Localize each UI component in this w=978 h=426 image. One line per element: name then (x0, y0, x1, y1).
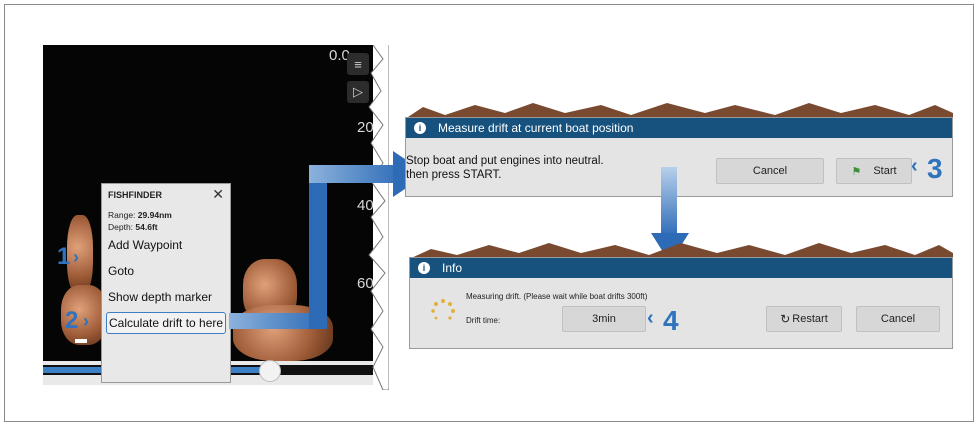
eraser-icon (75, 339, 87, 343)
dialog-title: Info (442, 261, 463, 275)
drift-time-value: 3min (562, 306, 646, 332)
menu-item-goto[interactable]: Goto (106, 260, 226, 282)
start-button[interactable]: ⚑ Start (836, 158, 912, 184)
flag-icon: ⚑ (851, 165, 862, 178)
fishfinder-context-menu: FISHFINDER ✕ Range: 29.94nm Depth: 54.6f… (101, 183, 231, 383)
range-slider-thumb[interactable] (259, 360, 281, 382)
range-readout: Range: 29.94nm (108, 210, 172, 220)
flow-arrow (309, 165, 405, 183)
range-slider-fill (43, 367, 103, 373)
depth-value: 54.6ft (135, 222, 158, 232)
message-line: then press START. (406, 169, 502, 181)
flow-arrow (309, 165, 327, 329)
dialog-title: Measure drift at current boat position (438, 121, 634, 135)
range-value: 29.94nm (137, 210, 172, 220)
step-badge: 4 (663, 305, 679, 336)
dialog-titlebar: i Info (410, 258, 952, 278)
torn-edge (368, 45, 389, 390)
step-pointer-icon: › (73, 247, 79, 267)
step-pointer-icon: ‹ (647, 307, 654, 329)
figure-frame: 0.0 20.0 40.0 60.0 ≡ ▷ FISHFINDER ✕ Rang… (4, 4, 974, 422)
restart-icon: ↻ (780, 312, 791, 326)
dialog-message: Stop boat and put engines into neutral. … (406, 154, 604, 182)
start-label: Start (873, 165, 897, 177)
drift-time-label: Drift time: (466, 316, 501, 325)
menu-title: FISHFINDER (108, 190, 162, 200)
message-line: Stop boat and put engines into neutral. (406, 155, 604, 167)
measure-drift-dialog: i Measure drift at current boat position… (405, 117, 953, 197)
loading-spinner-icon (431, 299, 455, 320)
step-badge: 1 (57, 243, 71, 270)
dialog-titlebar: i Measure drift at current boat position (406, 118, 952, 138)
menu-item-calculate-drift[interactable]: Calculate drift to here (106, 312, 226, 334)
info-icon: i (414, 122, 426, 134)
step-badge: 2 (65, 307, 79, 334)
step-pointer-icon: ‹ (911, 155, 918, 177)
menu-item-add-waypoint[interactable]: Add Waypoint (106, 234, 226, 256)
depth-label: Depth: (108, 222, 134, 232)
info-icon: i (418, 262, 430, 274)
flow-arrow (661, 167, 677, 237)
cancel-button[interactable]: Cancel (856, 306, 940, 332)
restart-button[interactable]: ↻ Restart (766, 306, 842, 332)
info-dialog: i Info Measuring drift. (Please wait whi… (409, 257, 953, 349)
step-pointer-icon: › (83, 311, 89, 331)
close-icon[interactable]: ✕ (212, 186, 224, 203)
restart-label: Restart (792, 313, 828, 325)
depth-readout: Depth: 54.6ft (108, 222, 158, 232)
cancel-button[interactable]: Cancel (716, 158, 824, 184)
sonar-echo (67, 215, 93, 295)
measuring-status: Measuring drift. (Please wait while boat… (466, 292, 648, 301)
range-label: Range: (108, 210, 136, 220)
step-badge: 3 (927, 153, 943, 184)
menu-item-show-depth-marker[interactable]: Show depth marker (106, 286, 226, 308)
